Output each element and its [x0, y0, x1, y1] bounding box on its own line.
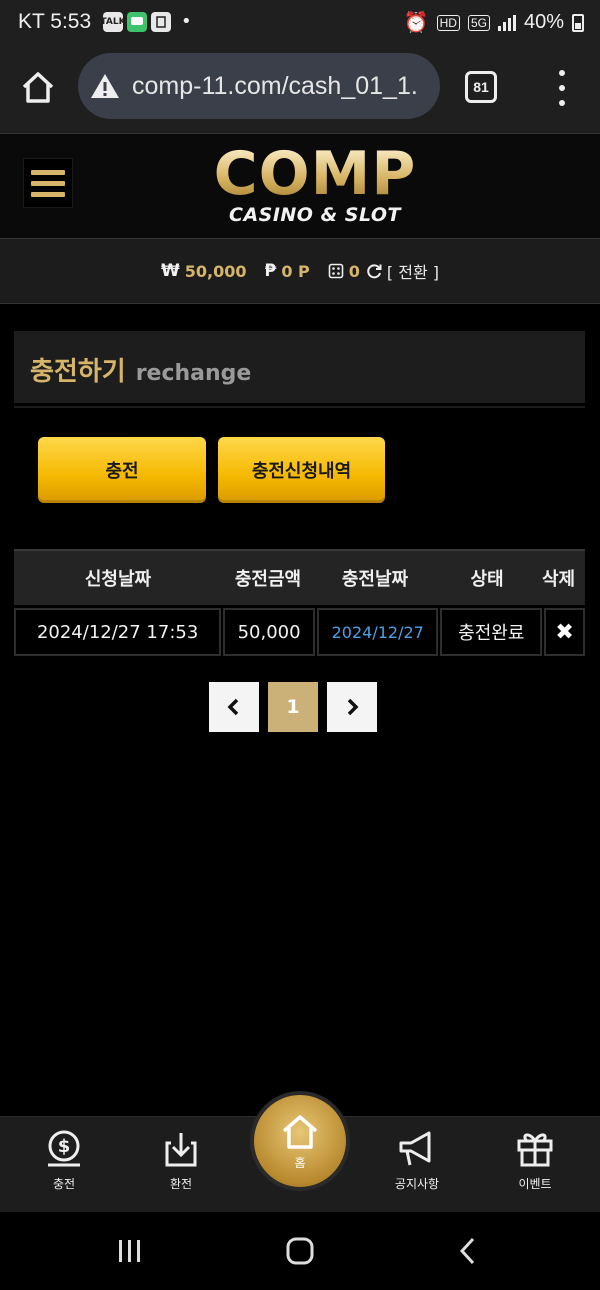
money-balance: ₩ 50,000 [161, 261, 247, 281]
battery-icon [572, 13, 584, 32]
nav-notice[interactable]: 공지사항 [372, 1127, 462, 1192]
money-value: 50,000 [184, 261, 247, 281]
nav-withdraw[interactable]: 환전 [136, 1127, 226, 1192]
battery-level: 40% [523, 11, 564, 33]
page-number-button[interactable]: 1 [268, 682, 318, 732]
table-header: 신청날짜 충전금액 충전날짜 상태 삭제 [14, 549, 585, 605]
page-title-korean: 충전하기 [30, 357, 126, 387]
prev-page-button[interactable] [209, 682, 259, 732]
refresh-icon [367, 264, 382, 279]
more-notifications-dot: • [181, 11, 192, 32]
tab-switcher-button[interactable]: 81 [465, 71, 497, 103]
5g-icon: 5G [467, 14, 490, 31]
megaphone-icon [399, 1131, 431, 1166]
point-balance: ₱ 0 P [264, 261, 309, 281]
convert-label: [ 전환 ] [386, 263, 440, 282]
status-bar: KT 5:53 TALK • ⏰ HD 5G 40% [0, 0, 600, 46]
browser-menu-button[interactable] [552, 70, 572, 106]
system-icons: ⏰ HD 5G 40% [404, 10, 584, 35]
cell-request-date: 2024/12/27 17:53 [14, 608, 222, 656]
page-title: 충전하기 rechange [14, 331, 585, 403]
status-time: KT 5:53 [18, 10, 92, 33]
nav-home[interactable]: 홈 [250, 1091, 350, 1191]
recent-apps-button[interactable] [116, 1236, 144, 1266]
site-logo[interactable]: COMP CASINO & SLOT [190, 142, 440, 234]
signal-icon [497, 14, 516, 31]
pagination: 1 [209, 682, 377, 732]
android-home-button[interactable] [284, 1236, 316, 1266]
convert-button[interactable]: [ 전환 ] [365, 259, 439, 283]
browser-toolbar: comp-11.com/cash_01_1. 81 [0, 46, 600, 134]
delete-button[interactable]: ✖ [544, 608, 585, 656]
chip-balance: 0 [ 전환 ] [328, 259, 439, 283]
home-icon [22, 72, 54, 103]
nav-charge-label: 충전 [52, 1177, 76, 1191]
page-title-english: rechange [135, 361, 252, 386]
nav-charge[interactable]: $ 충전 [19, 1127, 109, 1192]
title-divider [14, 406, 585, 408]
header-charge-date: 충전날짜 [341, 569, 409, 590]
nav-home-label: 홈 [294, 1155, 306, 1170]
hd-icon: HD [436, 14, 460, 31]
talk-icon: TALK [100, 12, 126, 32]
logo-main-text: COMP [190, 142, 440, 206]
svg-text:$: $ [58, 1136, 71, 1157]
chip-value: 0 [348, 261, 360, 281]
chevron-left-icon [227, 698, 239, 716]
header-amount: 충전금액 [234, 569, 302, 590]
chevron-right-icon [347, 698, 359, 716]
android-nav-bar [0, 1212, 600, 1290]
notification-icons: TALK • [100, 11, 192, 32]
header-delete: 삭제 [541, 569, 576, 590]
sms-icon [127, 12, 147, 32]
home-icon [282, 1114, 318, 1149]
browser-home-button[interactable] [18, 68, 58, 108]
table-row: 2024/12/27 17:53 50,000 2024/12/27 충전완료 … [14, 608, 585, 656]
nav-notice-label: 공지사항 [394, 1177, 440, 1191]
charge-history-button[interactable]: 충전신청내역 [218, 437, 385, 503]
header-status: 상태 [470, 569, 504, 590]
charge-button[interactable]: 충전 [38, 437, 206, 503]
charge-table: 신청날짜 충전금액 충전날짜 상태 삭제 2024/12/27 17:53 50… [14, 549, 585, 656]
url-text: comp-11.com/cash_01_1. [132, 71, 418, 100]
nav-withdraw-label: 환전 [169, 1177, 193, 1191]
close-icon: ✖ [555, 619, 574, 645]
nav-event-label: 이벤트 [518, 1177, 552, 1191]
cell-amount: 50,000 [223, 608, 315, 656]
cell-charge-date: 2024/12/27 [316, 608, 439, 656]
alarm-icon: ⏰ [403, 12, 429, 34]
news-icon [151, 12, 171, 32]
warning-icon [91, 74, 119, 98]
hamburger-menu-button[interactable] [23, 158, 73, 208]
point-value: 0 P [281, 261, 310, 281]
next-page-button[interactable] [327, 682, 377, 732]
point-icon: ₱ [264, 261, 277, 281]
nav-event[interactable]: 이벤트 [490, 1127, 580, 1192]
balance-bar: ₩ 50,000 ₱ 0 P 0 [ 전환 ] [0, 238, 600, 304]
dollar-coin-icon: $ [48, 1130, 80, 1167]
download-icon [165, 1133, 197, 1167]
gift-icon [517, 1133, 553, 1167]
header-request-date: 신청날짜 [84, 569, 152, 590]
address-bar[interactable]: comp-11.com/cash_01_1. [78, 53, 440, 119]
site-header: COMP CASINO & SLOT [0, 134, 600, 238]
won-icon: ₩ [160, 261, 180, 281]
back-button[interactable] [456, 1236, 480, 1266]
cell-status: 충전완료 [440, 608, 543, 656]
dice-icon [328, 263, 344, 279]
